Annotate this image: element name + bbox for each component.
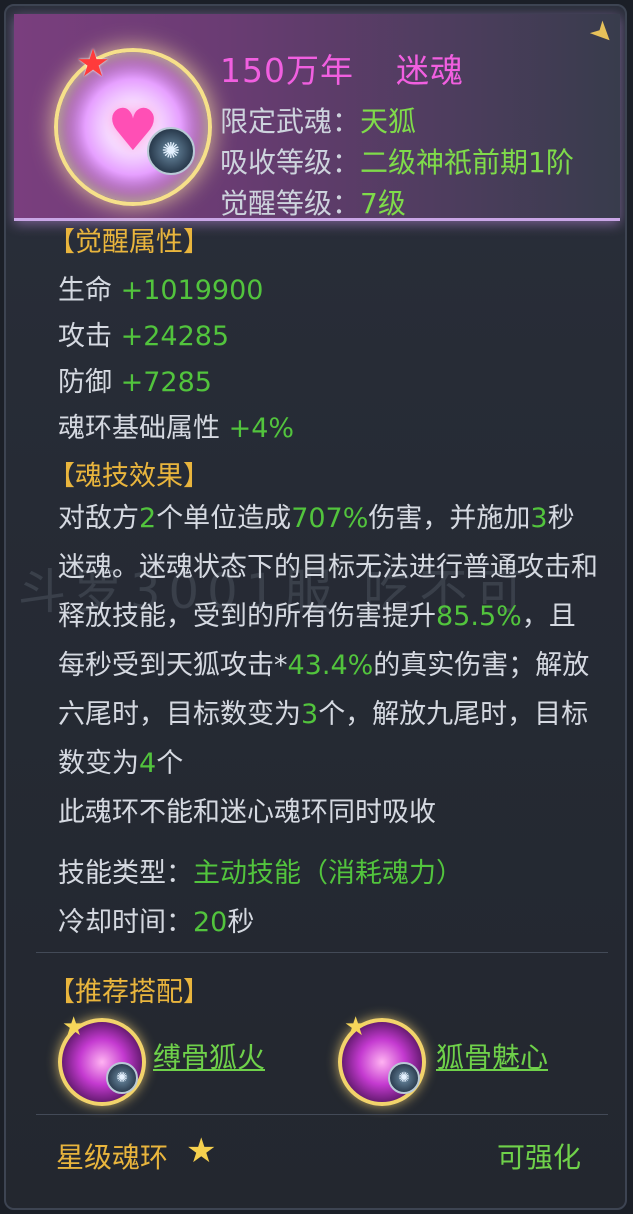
desc-text: 对敌方 [58, 503, 139, 534]
desc-highlight: 85.5% [436, 601, 522, 632]
ring-years: 150万年 [220, 51, 354, 90]
desc-text: 个 [156, 748, 184, 779]
fox-spirit-badge-icon: ✺ [388, 1062, 420, 1094]
skill-type-value: 主动技能（消耗魂力） [193, 858, 463, 889]
fox-spirit-badge-icon: ✺ [147, 127, 195, 175]
awaken-attr-title: 【觉醒属性】 [48, 227, 210, 258]
attr-value: +24285 [120, 321, 230, 352]
desc-highlight: 4 [139, 748, 157, 779]
rec-link-1[interactable]: 缚骨狐火 [153, 1036, 265, 1076]
gold-star-icon: ★ [186, 1131, 217, 1171]
cooldown-row: 冷却时间：20秒 [58, 900, 254, 939]
row-label: 吸收等级： [220, 146, 361, 179]
attr-defense: 防御 +7285 [58, 360, 212, 399]
attr-attack: 攻击 +24285 [58, 314, 229, 353]
row-value: 天狐 [360, 105, 417, 138]
attr-value: +4% [228, 413, 295, 444]
attr-label: 魂环基础属性 [58, 413, 220, 444]
desc-text: 个单位造成 [156, 503, 292, 534]
desc-text: 伤害，并施加 [368, 503, 531, 534]
ring-header: ➤ ♥ ★ ✺ 150万年 迷魂 限定武魂：天狐 吸收等级：二级神祇前期1阶 觉醒… [14, 12, 623, 222]
row-value: 7级 [360, 187, 406, 220]
cooldown-unit: 秒 [227, 907, 255, 938]
attr-label: 生命 [58, 275, 112, 306]
desc-highlight: 707% [291, 503, 369, 534]
restricted-spirit-row: 限定武魂：天狐 [220, 100, 416, 140]
desc-highlight: 3 [301, 699, 319, 730]
fox-spirit-badge-icon: ✺ [106, 1062, 138, 1094]
skill-type-label: 技能类型： [58, 858, 193, 889]
skill-description-text: 对敌方2个单位造成707%伤害，并施加3秒迷魂。迷魂状态下的目标无法进行普通攻击… [58, 503, 598, 779]
divider [36, 952, 608, 953]
attr-value: +1019900 [120, 275, 264, 306]
gold-star-icon: ★ [62, 1012, 86, 1042]
attr-hp: 生命 +1019900 [58, 268, 263, 307]
desc-highlight: 43.4% [287, 650, 374, 681]
cooldown-label: 冷却时间： [58, 907, 193, 938]
attr-base-ring: 魂环基础属性 +4% [58, 406, 294, 445]
skill-note: 此魂环不能和迷心魂环同时吸收 [58, 797, 436, 828]
ring-name: 迷魂 [396, 51, 464, 90]
divider [36, 1114, 608, 1115]
absorb-level-row: 吸收等级：二级神祇前期1阶 [220, 141, 574, 181]
attr-value: +7285 [120, 367, 212, 398]
gold-star-icon: ★ [344, 1012, 368, 1042]
skill-type-row: 技能类型：主动技能（消耗魂力） [58, 851, 463, 890]
soul-ring-tooltip-panel: ➤ ♥ ★ ✺ 150万年 迷魂 限定武魂：天狐 吸收等级：二级神祇前期1阶 觉醒… [4, 4, 627, 1210]
row-label: 限定武魂： [220, 105, 361, 138]
rec-link-2[interactable]: 狐骨魅心 [436, 1036, 548, 1076]
desc-highlight: 2 [139, 503, 157, 534]
cooldown-value: 20 [193, 907, 228, 938]
desc-highlight: 3 [530, 503, 548, 534]
ring-title: 150万年 迷魂 [220, 44, 464, 92]
awaken-level-row: 觉醒等级：7级 [220, 182, 406, 222]
recommend-title: 【推荐搭配】 [48, 977, 210, 1008]
attr-label: 防御 [58, 367, 112, 398]
skill-description: 对敌方2个单位造成707%伤害，并施加3秒迷魂。迷魂状态下的目标无法进行普通攻击… [58, 494, 598, 837]
star-ring-label: 星级魂环 [56, 1141, 169, 1174]
attr-label: 攻击 [58, 321, 112, 352]
row-value: 二级神祇前期1阶 [360, 146, 574, 179]
red-star-icon: ★ [76, 41, 111, 85]
enhance-button[interactable]: 可强化 [497, 1136, 581, 1176]
skill-effect-title: 【魂技效果】 [48, 461, 210, 492]
row-label: 觉醒等级： [220, 187, 361, 220]
corner-arrow-icon: ➤ [582, 12, 623, 53]
